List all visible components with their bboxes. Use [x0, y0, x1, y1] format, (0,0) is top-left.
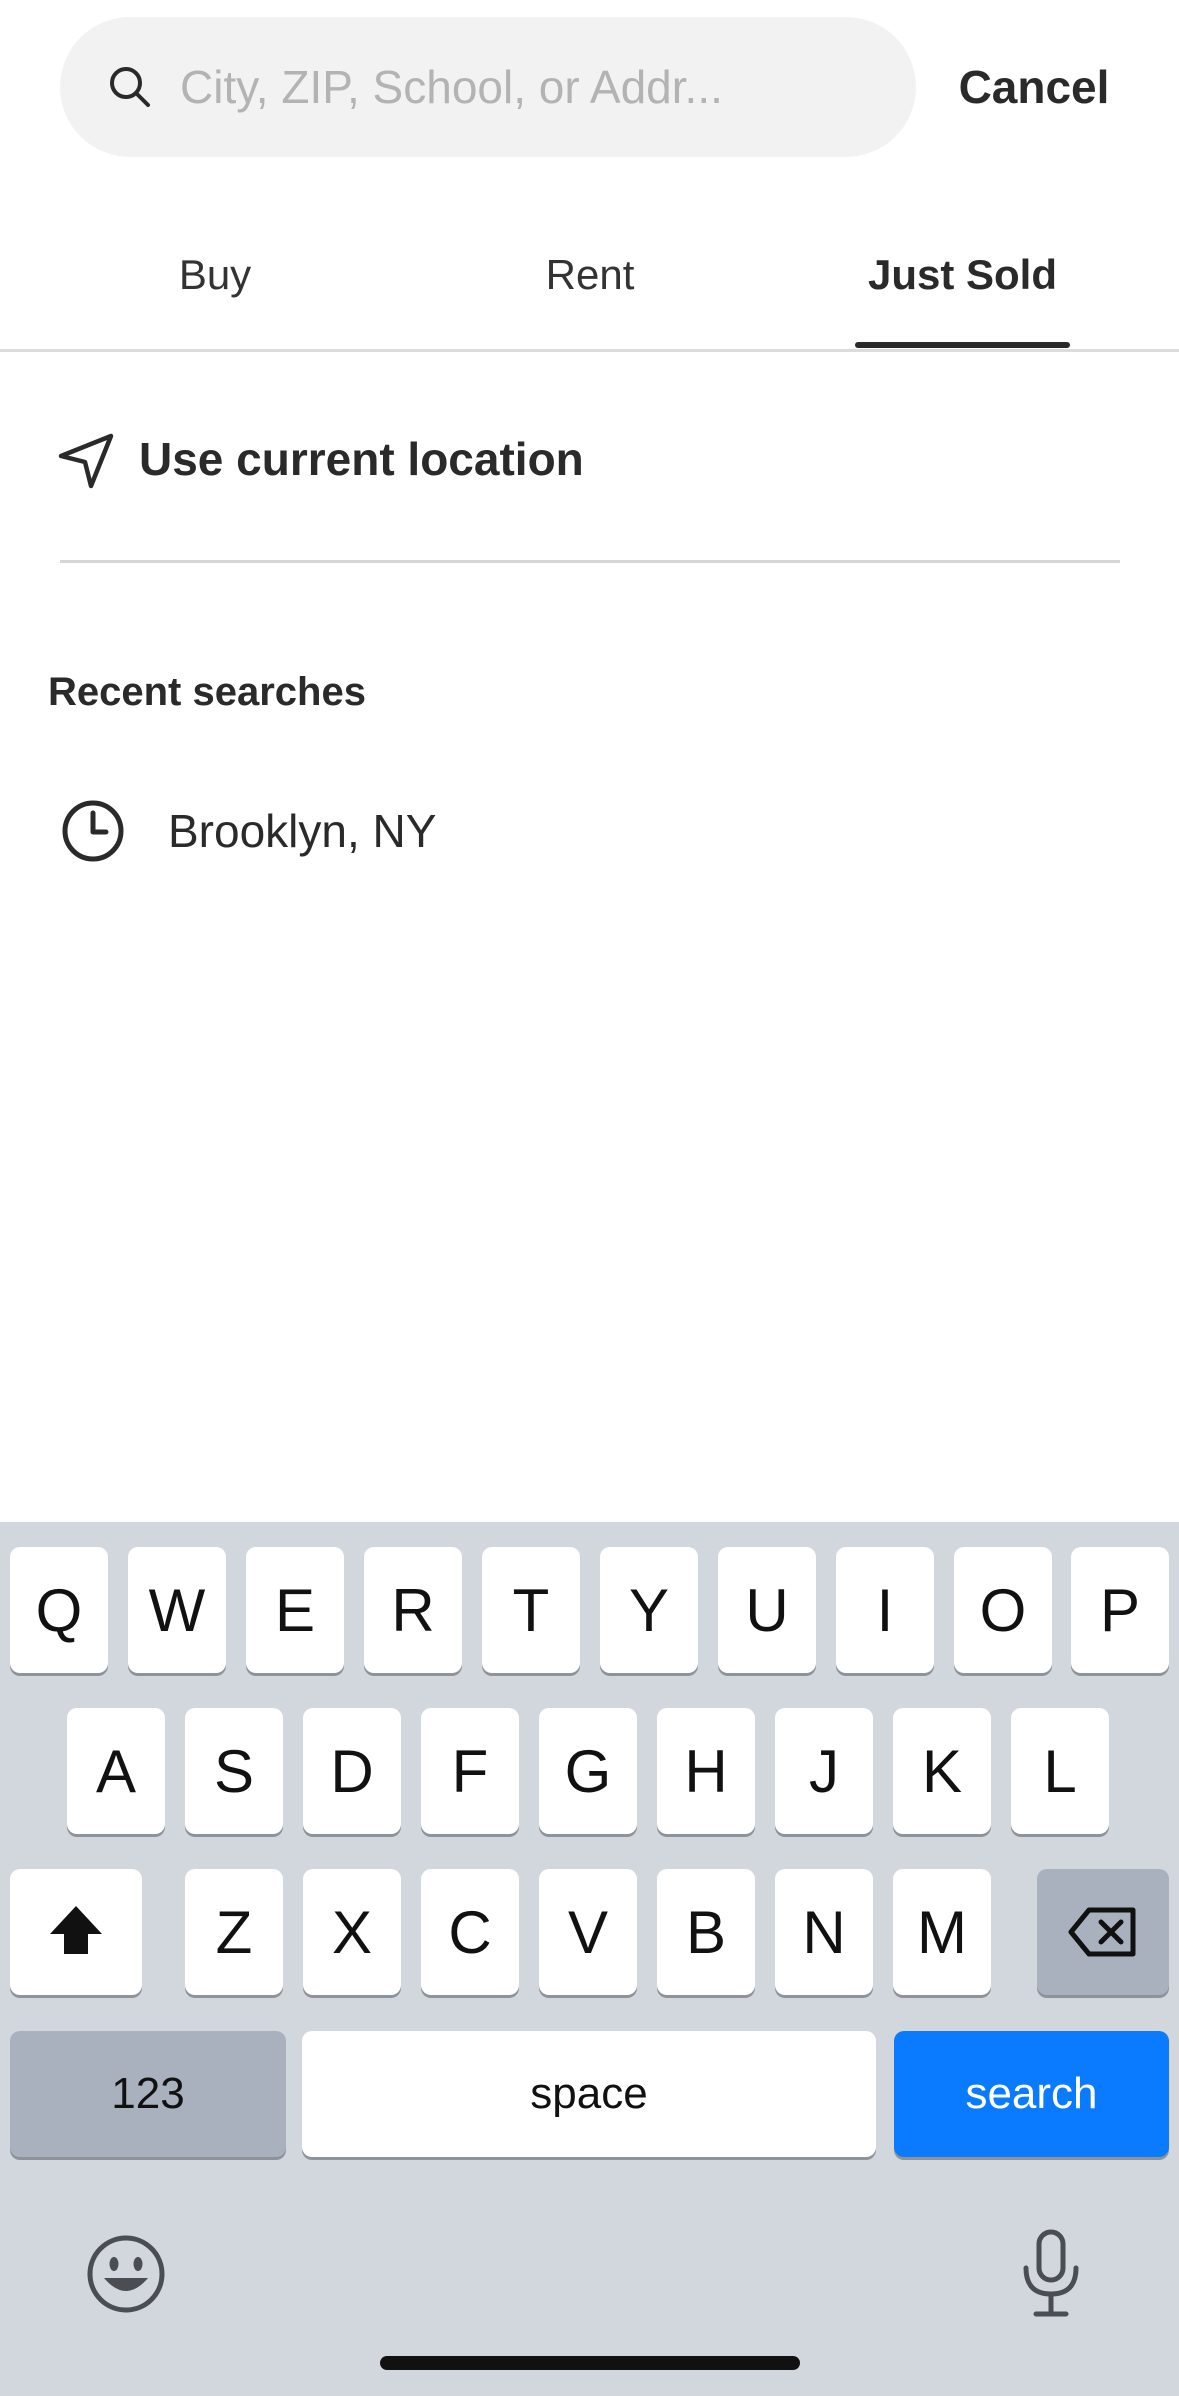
- shift-icon: [50, 1906, 102, 1954]
- tab-rent[interactable]: Rent: [490, 230, 690, 352]
- key-l[interactable]: L: [1011, 1708, 1109, 1834]
- search-key[interactable]: search: [894, 2031, 1169, 2157]
- key-e[interactable]: E: [246, 1547, 344, 1673]
- active-tab-indicator: [855, 342, 1070, 348]
- shift-key[interactable]: [10, 1869, 142, 1995]
- key-u[interactable]: U: [718, 1547, 816, 1673]
- key-a[interactable]: A: [67, 1708, 165, 1834]
- location-divider: [60, 560, 1120, 563]
- use-current-location-label: Use current location: [139, 433, 584, 485]
- emoji-icon[interactable]: [84, 2232, 168, 2316]
- cancel-button[interactable]: Cancel: [944, 50, 1124, 124]
- key-k[interactable]: K: [893, 1708, 991, 1834]
- key-c[interactable]: C: [421, 1869, 519, 1995]
- search-icon: [110, 67, 150, 107]
- key-v[interactable]: V: [539, 1869, 637, 1995]
- navigation-arrow-icon: [58, 433, 114, 489]
- clock-icon: [62, 800, 124, 862]
- key-t[interactable]: T: [482, 1547, 580, 1673]
- microphone-icon[interactable]: [1018, 2228, 1084, 2320]
- key-w[interactable]: W: [128, 1547, 226, 1673]
- key-m[interactable]: M: [893, 1869, 991, 1995]
- key-n[interactable]: N: [775, 1869, 873, 1995]
- space-key[interactable]: space: [302, 2031, 876, 2157]
- key-p[interactable]: P: [1071, 1547, 1169, 1673]
- key-z[interactable]: Z: [185, 1869, 283, 1995]
- key-o[interactable]: O: [954, 1547, 1052, 1673]
- use-current-location-row[interactable]: Use current location: [55, 410, 1115, 510]
- key-b[interactable]: B: [657, 1869, 755, 1995]
- key-i[interactable]: I: [836, 1547, 934, 1673]
- key-y[interactable]: Y: [600, 1547, 698, 1673]
- key-x[interactable]: X: [303, 1869, 401, 1995]
- numbers-key[interactable]: 123: [10, 2031, 286, 2157]
- key-r[interactable]: R: [364, 1547, 462, 1673]
- tabs-divider: [0, 349, 1179, 352]
- key-f[interactable]: F: [421, 1708, 519, 1834]
- key-s[interactable]: S: [185, 1708, 283, 1834]
- key-q[interactable]: Q: [10, 1547, 108, 1673]
- search-input[interactable]: [180, 47, 880, 127]
- home-indicator: [380, 2356, 800, 2370]
- delete-key[interactable]: [1037, 1869, 1169, 1995]
- key-g[interactable]: G: [539, 1708, 637, 1834]
- key-d[interactable]: D: [303, 1708, 401, 1834]
- search-field[interactable]: [60, 17, 916, 157]
- tab-buy[interactable]: Buy: [115, 230, 315, 352]
- key-h[interactable]: H: [657, 1708, 755, 1834]
- recent-searches-heading: Recent searches: [48, 670, 366, 714]
- tab-just-sold[interactable]: Just Sold: [840, 230, 1085, 352]
- recent-search-item[interactable]: Brooklyn, NY: [60, 790, 1120, 870]
- backspace-icon: [1068, 1907, 1136, 1957]
- search-type-tabs: Buy Rent Just Sold: [0, 230, 1179, 352]
- recent-search-label: Brooklyn, NY: [168, 805, 437, 857]
- on-screen-keyboard: Q W E R T Y U I O P A S D F G H J K L Z …: [0, 1522, 1179, 2396]
- key-j[interactable]: J: [775, 1708, 873, 1834]
